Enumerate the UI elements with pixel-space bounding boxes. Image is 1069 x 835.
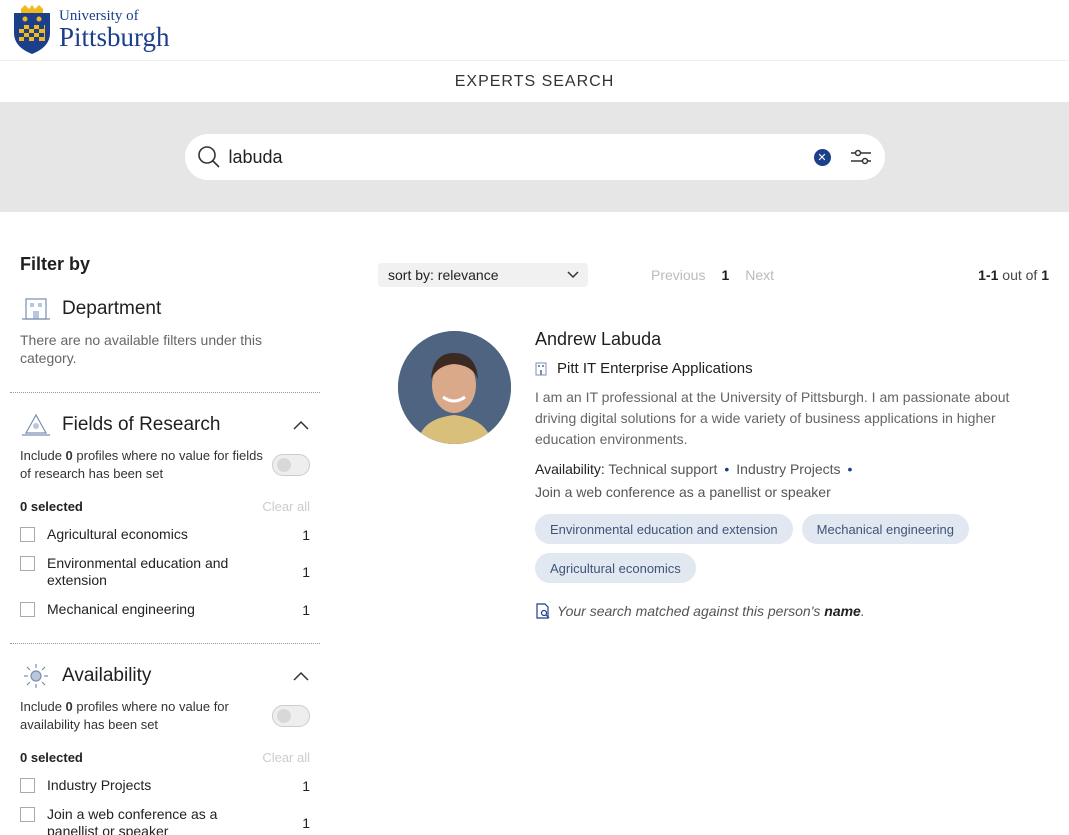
search-icon (197, 146, 220, 168)
expert-availability: Availability: Technical support • Industry… (535, 461, 853, 500)
fields-include-text: Include 0 profiles where no value for fi… (20, 448, 263, 481)
site-header: University of Pittsburgh (0, 0, 1069, 61)
results-toolbar: sort by: relevance Previous 1 Next 1-1 o… (378, 263, 1049, 287)
department-title: Department (62, 298, 162, 319)
crest-icon (14, 5, 50, 54)
availability-facet: Availability Include 0 profiles where no… (10, 662, 320, 835)
filter-option[interactable]: Join a web conference as a panellist or … (20, 806, 310, 835)
page-number[interactable]: 1 (721, 267, 729, 283)
fields-include-toggle[interactable] (272, 454, 310, 476)
checkbox[interactable] (20, 527, 35, 542)
department-facet: Department There are no available filter… (10, 295, 320, 367)
availability-include-text: Include 0 profiles where no value for av… (20, 699, 229, 732)
filter-option[interactable]: Environmental education and extension 1 (20, 555, 310, 589)
result-range: 1-1 out of 1 (978, 267, 1049, 283)
checkbox[interactable] (20, 807, 35, 822)
search-band: ✕ (0, 102, 1069, 212)
research-tags: Environmental education and extension Me… (535, 514, 1015, 583)
clear-search-button[interactable]: ✕ (813, 148, 831, 166)
document-search-icon (536, 603, 550, 619)
expert-department: Pitt IT Enterprise Applications (535, 360, 1035, 377)
filter-option[interactable]: Mechanical engineering 1 (20, 601, 310, 618)
expert-name[interactable]: Andrew Labuda (535, 329, 1035, 350)
filter-by-heading: Filter by (20, 254, 91, 274)
avatar[interactable] (398, 331, 511, 444)
result-card: Andrew Labuda Pitt IT Enterprise Applica… (378, 329, 1049, 619)
page-title: EXPERTS SEARCH (454, 72, 615, 90)
checkbox[interactable] (20, 556, 35, 571)
department-note: There are no available filters under thi… (20, 332, 263, 366)
results-area: sort by: relevance Previous 1 Next 1-1 o… (330, 212, 1069, 835)
next-page-button[interactable]: Next (745, 267, 774, 283)
filter-sidebar: Filter by Department There are no availa… (0, 212, 330, 835)
building-icon (535, 362, 547, 375)
availability-clear-all[interactable]: Clear all (262, 750, 310, 765)
tag-chip[interactable]: Agricultural economics (535, 553, 696, 583)
fields-facet: Fields of Research Include 0 profiles wh… (10, 411, 320, 618)
search-box: ✕ (184, 134, 885, 180)
university-logo[interactable]: University of Pittsburgh (11, 5, 170, 55)
previous-page-button[interactable]: Previous (651, 267, 705, 283)
chevron-up-icon[interactable] (292, 667, 310, 685)
availability-include-toggle[interactable] (272, 705, 310, 727)
tag-chip[interactable]: Mechanical engineering (801, 514, 969, 544)
fields-of-research-icon (22, 413, 50, 436)
fields-selected-count: 0 selected (20, 499, 83, 514)
availability-icon (24, 664, 48, 688)
chevron-down-icon (567, 271, 579, 279)
search-input[interactable] (228, 146, 814, 168)
checkbox[interactable] (20, 778, 35, 793)
availability-selected-count: 0 selected (20, 750, 83, 765)
fields-clear-all[interactable]: Clear all (262, 499, 310, 514)
divider (10, 392, 320, 393)
checkbox[interactable] (20, 602, 35, 617)
filter-option[interactable]: Agricultural economics 1 (20, 526, 310, 543)
fields-title: Fields of Research (62, 414, 221, 435)
expert-description: I am an IT professional at the Universit… (535, 389, 1010, 447)
sliders-icon[interactable] (849, 145, 873, 169)
sort-dropdown[interactable]: sort by: relevance (378, 263, 588, 287)
department-icon (22, 298, 50, 320)
availability-title: Availability (62, 665, 152, 686)
pagination: Previous 1 Next (651, 267, 774, 283)
filter-option[interactable]: Industry Projects 1 (20, 777, 310, 794)
tag-chip[interactable]: Environmental education and extension (535, 514, 793, 544)
match-reason: Your search matched against this person'… (535, 603, 1035, 619)
logo-line2: Pittsburgh (59, 22, 170, 52)
divider (10, 643, 320, 644)
chevron-up-icon[interactable] (292, 416, 310, 434)
